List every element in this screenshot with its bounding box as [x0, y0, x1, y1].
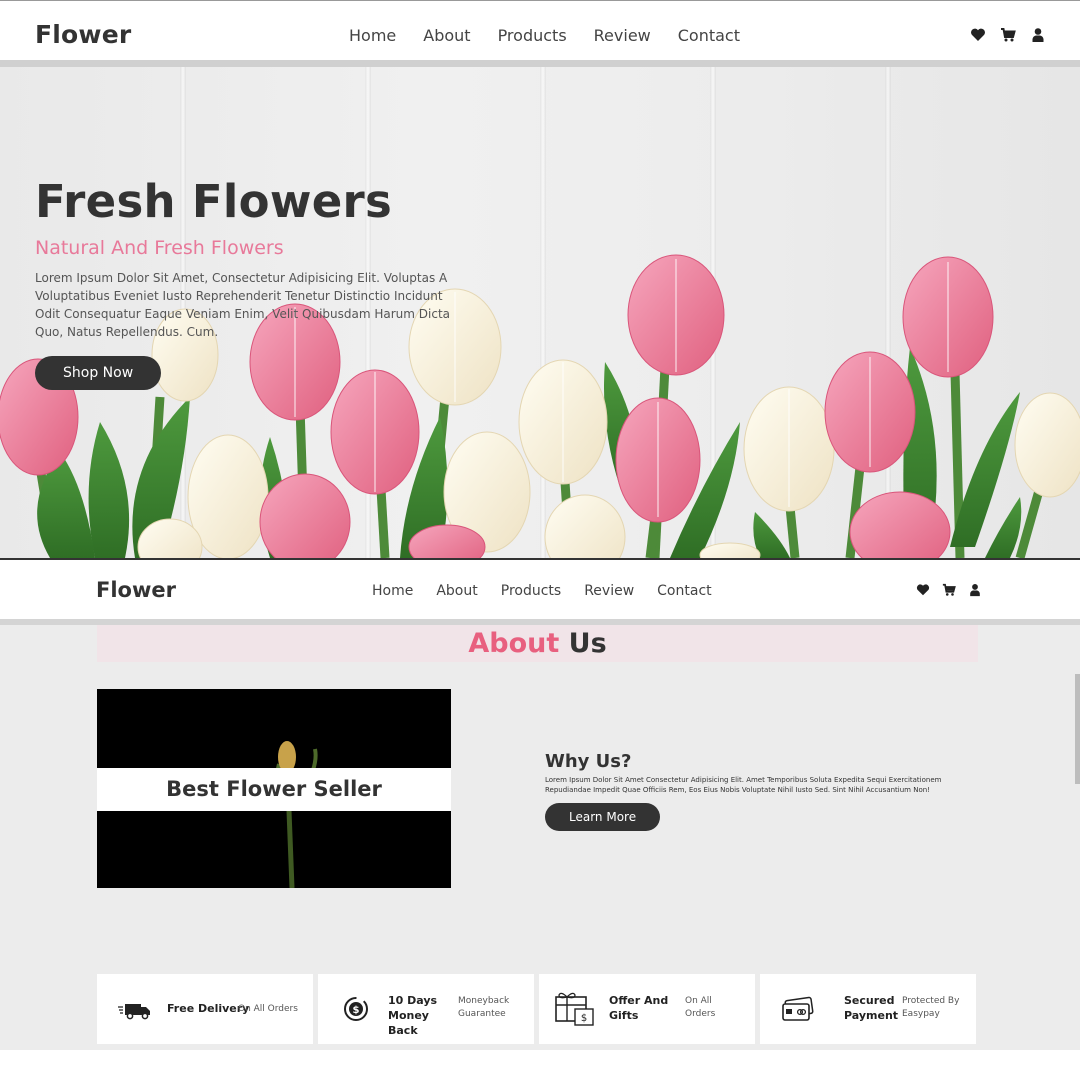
hero-subtitle: Natural And Fresh Flowers — [35, 236, 284, 259]
heading-accent: About — [468, 628, 560, 659]
top-navbar: Flower Home About Products Review Contac… — [0, 0, 1080, 67]
scrollbar-thumb[interactable] — [1075, 674, 1080, 784]
feature-card: Free Delivery On All Orders — [97, 974, 313, 1044]
hero-content: Fresh Flowers Natural And Fresh Flowers … — [35, 177, 455, 390]
features-row: Free Delivery On All Orders $ 10 Days Mo… — [97, 974, 976, 1044]
feature-subtitle: On All Orders — [685, 996, 716, 1019]
feature-title: Offer And Gifts — [609, 994, 669, 1022]
hero-screenshot: Flower Home About Products Review Contac… — [0, 0, 1080, 558]
svg-text:$: $ — [581, 1013, 587, 1024]
nav-home[interactable]: Home — [349, 26, 396, 45]
feature-title: 10 Days Money Back — [388, 994, 438, 1037]
feature-card: $ 10 Days Money Back Moneyback Guarantee — [318, 974, 534, 1044]
nav-about[interactable]: About — [423, 26, 470, 45]
feature-title: Secured Payment — [844, 994, 899, 1022]
why-us-title: Why Us? — [545, 751, 632, 772]
about-screenshot: Flower Home About Products Review Contac… — [0, 558, 1080, 1080]
user-icon[interactable] — [968, 583, 982, 597]
hero-description: Lorem Ipsum Dolor Sit Amet, Consectetur … — [35, 270, 450, 339]
cart-icon[interactable] — [1000, 27, 1016, 43]
why-us-description: Lorem Ipsum Dolor Sit Amet Consectetur A… — [545, 776, 942, 794]
why-us-block: Why Us? Lorem Ipsum Dolor Sit Amet Conse… — [545, 751, 975, 831]
nav-review[interactable]: Review — [584, 583, 634, 599]
shop-now-button[interactable]: Shop Now — [35, 355, 162, 390]
payment-card-icon — [782, 996, 814, 1021]
money-back-icon: $ — [344, 997, 368, 1021]
sticky-navbar: Flower Home About Products Review Contac… — [0, 560, 1080, 625]
logo[interactable]: Flower — [96, 578, 176, 602]
hero-banner: Fresh Flowers Natural And Fresh Flowers … — [0, 67, 1080, 558]
header-icons — [916, 583, 982, 597]
nav-contact[interactable]: Contact — [657, 583, 711, 599]
delivery-truck-icon — [118, 1004, 150, 1020]
heading-text: Us — [568, 628, 607, 659]
learn-more-button[interactable]: Learn More — [545, 803, 661, 831]
nav-review[interactable]: Review — [594, 26, 651, 45]
nav-products[interactable]: Products — [498, 26, 567, 45]
feature-subtitle: Moneyback Guarantee — [458, 996, 510, 1019]
nav-products[interactable]: Products — [501, 583, 561, 599]
user-icon[interactable] — [1030, 27, 1046, 43]
nav-home[interactable]: Home — [372, 583, 413, 599]
hero-title: Fresh Flowers — [35, 175, 393, 228]
feature-card: $ Offer And Gifts On All Orders — [539, 974, 755, 1044]
about-video[interactable]: Best Flower Seller — [97, 689, 451, 888]
logo[interactable]: Flower — [35, 20, 131, 49]
feature-title: Free Delivery — [167, 1002, 250, 1015]
nav-contact[interactable]: Contact — [678, 26, 740, 45]
feature-card: Secured Payment Protected By Easypay — [760, 974, 976, 1044]
heart-icon[interactable] — [970, 27, 986, 43]
header-icons — [970, 27, 1046, 43]
cart-icon[interactable] — [942, 583, 956, 597]
main-nav: Home About Products Review Contact — [372, 583, 735, 599]
feature-subtitle: On All Orders — [238, 1004, 298, 1014]
section-heading: About Us — [97, 625, 978, 662]
svg-text:$: $ — [353, 1005, 360, 1016]
feature-subtitle: Protected By Easypay — [902, 996, 960, 1019]
main-nav: Home About Products Review Contact — [349, 26, 767, 45]
nav-about[interactable]: About — [436, 583, 477, 599]
gift-icon: $ — [555, 992, 594, 1026]
video-caption: Best Flower Seller — [97, 768, 451, 811]
heart-icon[interactable] — [916, 583, 930, 597]
